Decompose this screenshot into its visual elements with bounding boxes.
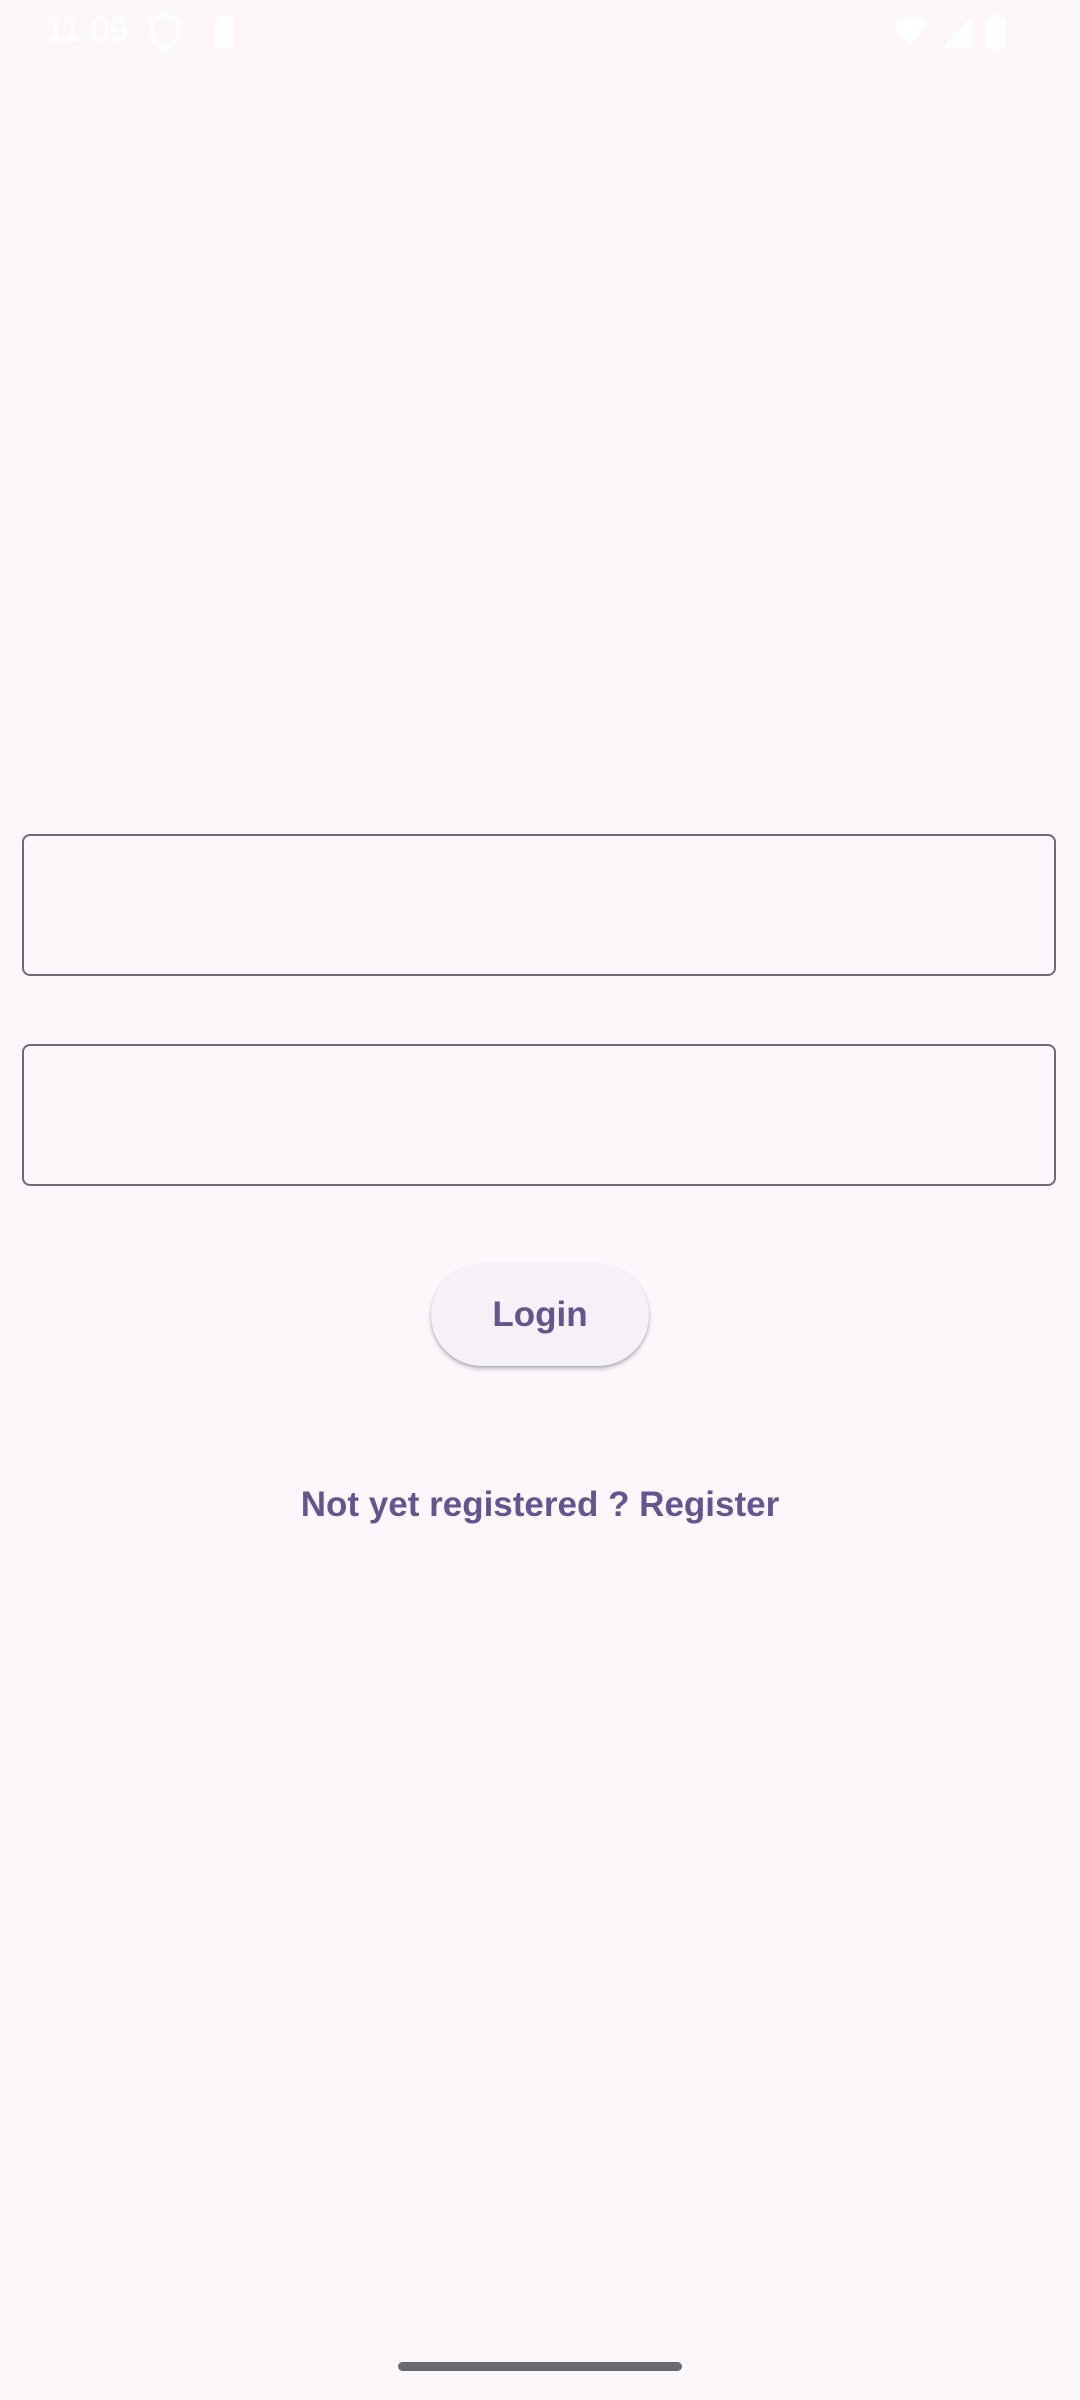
register-link[interactable]: Not yet registered ? Register	[0, 1480, 1080, 1530]
password-field[interactable]	[22, 1044, 1056, 1186]
wifi-icon	[890, 12, 930, 57]
status-time: 11:09	[46, 11, 129, 49]
battery-icon	[984, 12, 1008, 57]
login-button[interactable]: Login	[431, 1264, 649, 1366]
vpn-shield-icon	[148, 12, 182, 57]
cellular-signal-icon	[940, 12, 974, 57]
gesture-navigation-bar[interactable]	[398, 2362, 682, 2371]
status-bar: 11:09	[0, 0, 1080, 64]
sd-card-icon	[210, 12, 238, 57]
username-field[interactable]	[22, 834, 1056, 976]
